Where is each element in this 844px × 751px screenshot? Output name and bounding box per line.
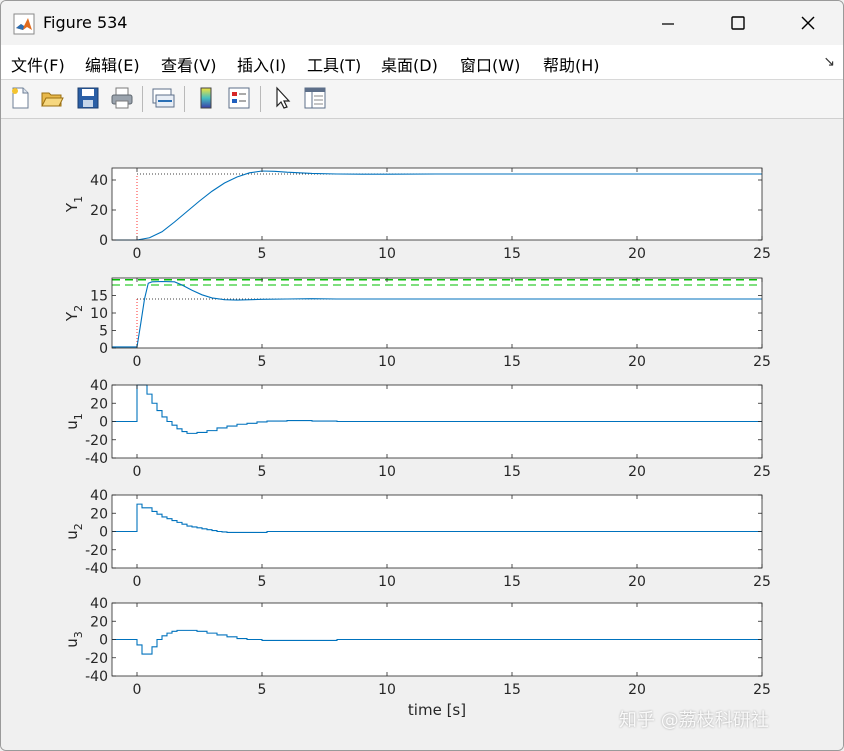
x-tick-label: 15 bbox=[503, 354, 521, 370]
menu-window[interactable]: 窗口(W) bbox=[460, 52, 520, 76]
legend-icon[interactable] bbox=[226, 85, 252, 111]
window-title: Figure 534 bbox=[43, 13, 128, 32]
y-tick-label: 20 bbox=[90, 396, 108, 412]
y-tick-label: 0 bbox=[99, 633, 108, 649]
x-tick-label: 0 bbox=[133, 246, 142, 262]
menu-view[interactable]: 查看(V) bbox=[161, 52, 216, 76]
menu-desktop[interactable]: 桌面(D) bbox=[381, 52, 438, 76]
x-tick-label: 15 bbox=[503, 682, 521, 698]
matlab-app-icon bbox=[13, 13, 35, 35]
x-tick-label: 5 bbox=[258, 246, 267, 262]
x-tick-label: 15 bbox=[503, 464, 521, 480]
x-tick-label: 10 bbox=[378, 354, 396, 370]
x-tick-label: 0 bbox=[133, 574, 142, 590]
y-tick-label: 40 bbox=[90, 378, 108, 394]
property-inspector-icon[interactable] bbox=[302, 85, 328, 111]
colorbar-icon[interactable] bbox=[193, 85, 219, 111]
x-axis-label: time [s] bbox=[408, 701, 466, 719]
subplot-stack: 0 5 10 15 20 2502040Y10 5 10 15 20 25051015Y20 5 10 1… bbox=[63, 167, 771, 719]
x-tick-label: 20 bbox=[628, 246, 646, 262]
figure-canvas: 0 5 10 15 20 25 0 20 40 Y1 0 5 10 15 20 25 0 5 10 15 Y2 0 5 10 1… bbox=[1, 119, 843, 750]
open-file-icon[interactable] bbox=[39, 85, 65, 111]
x-tick-label: 15 bbox=[503, 246, 521, 262]
x-tick-label: 5 bbox=[258, 682, 267, 698]
y-tick-label: -40 bbox=[85, 451, 108, 467]
figure-toolbar bbox=[1, 80, 843, 119]
axes-background bbox=[112, 168, 762, 240]
x-tick-label: 5 bbox=[258, 464, 267, 480]
watermark-text: 知乎 @荔枝科研社 bbox=[619, 710, 769, 731]
y-tick-label: -20 bbox=[85, 433, 108, 449]
y-axis-label: u2 bbox=[63, 523, 85, 540]
y-tick-label: 20 bbox=[90, 203, 108, 219]
y-tick-label: 0 bbox=[99, 233, 108, 249]
menu-bar: 文件(F) 编辑(E) 查看(V) 插入(I) 工具(T) 桌面(D) 窗口(W… bbox=[1, 45, 843, 80]
minimize-button[interactable] bbox=[633, 1, 703, 45]
close-icon bbox=[801, 16, 815, 30]
y-tick-label: -20 bbox=[85, 651, 108, 667]
y-tick-label: 0 bbox=[99, 341, 108, 357]
save-icon[interactable] bbox=[75, 85, 101, 111]
menu-edit[interactable]: 编辑(E) bbox=[85, 52, 140, 76]
menu-tools[interactable]: 工具(T) bbox=[307, 52, 361, 76]
figure-window: Figure 534 文件(F) 编辑(E) 查看(V) 插入(I) 工具(T)… bbox=[0, 0, 844, 751]
y-tick-label: 40 bbox=[90, 488, 108, 504]
y-tick-label: 15 bbox=[90, 289, 108, 305]
y-tick-label: 0 bbox=[99, 415, 108, 431]
x-tick-label: 10 bbox=[378, 682, 396, 698]
menu-insert[interactable]: 插入(I) bbox=[237, 52, 286, 76]
link-plot-icon[interactable] bbox=[150, 85, 176, 111]
x-tick-label: 25 bbox=[753, 574, 771, 590]
y-tick-label: 20 bbox=[90, 614, 108, 630]
maximize-button[interactable] bbox=[703, 1, 773, 45]
close-button[interactable] bbox=[773, 1, 843, 45]
x-tick-label: 20 bbox=[628, 354, 646, 370]
y-axis-label: u3 bbox=[63, 631, 85, 648]
x-tick-label: 0 bbox=[133, 464, 142, 480]
x-tick-label: 0 bbox=[133, 682, 142, 698]
y-axis-label: Y2 bbox=[63, 305, 85, 322]
x-tick-label: 25 bbox=[753, 246, 771, 262]
print-icon[interactable] bbox=[109, 85, 135, 111]
menu-file[interactable]: 文件(F) bbox=[11, 52, 65, 76]
x-tick-label: 5 bbox=[258, 574, 267, 590]
x-tick-label: 20 bbox=[628, 682, 646, 698]
x-tick-label: 5 bbox=[258, 354, 267, 370]
minimize-icon bbox=[662, 23, 674, 25]
x-tick-label: 25 bbox=[753, 354, 771, 370]
title-bar[interactable]: Figure 534 bbox=[1, 1, 843, 45]
x-tick-label: 15 bbox=[503, 574, 521, 590]
new-figure-icon[interactable] bbox=[7, 85, 33, 111]
y-tick-label: -40 bbox=[85, 669, 108, 685]
x-tick-label: 25 bbox=[753, 464, 771, 480]
toolbar-separator bbox=[184, 86, 185, 112]
x-tick-label: 10 bbox=[378, 246, 396, 262]
y-tick-label: 40 bbox=[90, 173, 108, 189]
y-tick-label: -40 bbox=[85, 561, 108, 577]
y-tick-label: 10 bbox=[90, 306, 108, 322]
y-tick-label: 0 bbox=[99, 525, 108, 541]
x-tick-label: 25 bbox=[753, 682, 771, 698]
x-tick-label: 10 bbox=[378, 574, 396, 590]
y-tick-label: 40 bbox=[90, 596, 108, 612]
x-tick-label: 20 bbox=[628, 574, 646, 590]
toolbar-separator bbox=[142, 86, 143, 112]
y-axis-label: u1 bbox=[63, 413, 85, 430]
y-tick-label: -20 bbox=[85, 543, 108, 559]
y-tick-label: 20 bbox=[90, 506, 108, 522]
x-tick-label: 0 bbox=[133, 354, 142, 370]
maximize-icon bbox=[731, 16, 745, 30]
y-tick-label: 5 bbox=[99, 324, 108, 340]
axes-background bbox=[112, 278, 762, 348]
pointer-icon[interactable] bbox=[269, 85, 295, 111]
y-axis-label: Y1 bbox=[63, 196, 85, 213]
dock-figure-icon[interactable]: ↘ bbox=[823, 54, 835, 70]
x-tick-label: 10 bbox=[378, 464, 396, 480]
x-tick-label: 20 bbox=[628, 464, 646, 480]
toolbar-separator bbox=[260, 86, 261, 112]
menu-help[interactable]: 帮助(H) bbox=[543, 52, 600, 76]
